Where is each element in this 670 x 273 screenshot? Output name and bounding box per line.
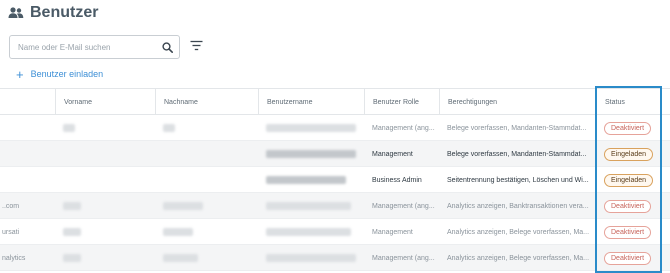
cell-benutzername: [258, 193, 364, 219]
cell-benutzername: [258, 219, 364, 245]
filter-icon: [190, 40, 202, 50]
cell-status: Deaktiviert: [596, 219, 670, 245]
search-field[interactable]: [9, 35, 180, 59]
cell-berechtigungen: Analytics anzeigen, Banktransaktionen ve…: [447, 202, 589, 210]
cell-status: Eingeladen: [596, 141, 670, 167]
column-header-vorname[interactable]: Vorname: [55, 89, 155, 115]
cell-rolle: Management (ang...: [372, 254, 435, 262]
cell-benutzername: [258, 141, 364, 167]
cell-vorname: [55, 219, 155, 245]
cell-nachname: [155, 245, 258, 271]
table-row[interactable]: ..com Management (ang... Analytics anzei…: [0, 193, 670, 219]
cell-status: Eingeladen: [596, 167, 670, 193]
cell-status: Deaktiviert: [596, 245, 670, 271]
table-row[interactable]: Management (ang... Belege vorerfassen, M…: [0, 115, 670, 141]
cell-vorname: [55, 193, 155, 219]
cell-rolle: Management (ang...: [372, 124, 435, 132]
cell-nachname: [155, 115, 258, 141]
page-title: Benutzer: [8, 3, 98, 23]
invite-user-label: Benutzer einladen: [30, 69, 104, 79]
plus-icon: +: [16, 66, 24, 82]
cell-rolle: Management (ang...: [372, 202, 435, 210]
cell-nachname: [155, 219, 258, 245]
cell-benutzername: [258, 245, 364, 271]
cell-berechtigungen: Seitentrennung bestätigen, Löschen und W…: [447, 176, 589, 184]
column-header-berechtigungen[interactable]: Berechtigungen: [439, 89, 596, 115]
table-header: Vorname Nachname Benutzername Benutzer R…: [0, 88, 670, 115]
search-icon[interactable]: [161, 41, 173, 53]
status-badge: Eingeladen: [604, 147, 654, 161]
status-badge: Deaktiviert: [604, 199, 652, 213]
cell-vorname: [55, 115, 155, 141]
table-row[interactable]: nalytics Management (ang... Analytics an…: [0, 245, 670, 271]
page-title-text: Benutzer: [30, 4, 99, 21]
cell-status: Deaktiviert: [596, 193, 670, 219]
cell-vorname: [55, 245, 155, 271]
table-row[interactable]: Management Belege vorerfassen, Mandanten…: [0, 141, 670, 167]
table-row[interactable]: Business Admin Seitentrennung bestätigen…: [0, 167, 670, 193]
column-header-benutzer-rolle[interactable]: Benutzer Rolle: [364, 89, 439, 115]
cell-benutzername: [258, 167, 364, 193]
users-icon: [8, 6, 24, 20]
cell-berechtigungen: Belege vorerfassen, Mandanten-Stammdat..…: [447, 124, 587, 132]
cell-berechtigungen: Analytics anzeigen, Belege vorerfassen, …: [447, 228, 590, 236]
cell-rolle: Management: [372, 228, 413, 236]
cell-rolle: Business Admin: [372, 176, 422, 184]
cell-email-partial: ..com: [2, 202, 20, 210]
column-header-benutzername[interactable]: Benutzername: [258, 89, 364, 115]
cell-berechtigungen: Analytics anzeigen, Belege vorerfassen, …: [447, 254, 590, 262]
status-badge: Eingeladen: [604, 173, 654, 187]
cell-benutzername: [258, 115, 364, 141]
column-header-nachname[interactable]: Nachname: [155, 89, 258, 115]
invite-user-button[interactable]: + Benutzer einladen: [16, 66, 103, 82]
filter-button[interactable]: [189, 38, 203, 52]
cell-rolle: Management: [372, 150, 413, 158]
cell-email-partial: nalytics: [2, 254, 26, 262]
status-badge: Deaktiviert: [604, 121, 652, 135]
users-table: Vorname Nachname Benutzername Benutzer R…: [0, 88, 670, 271]
column-header-status[interactable]: Status: [596, 89, 670, 115]
cell-email-partial: ursati: [2, 228, 20, 236]
table-row[interactable]: ursati Management Analytics anzeigen, Be…: [0, 219, 670, 245]
status-badge: Deaktiviert: [604, 251, 652, 265]
cell-nachname: [155, 193, 258, 219]
cell-status: Deaktiviert: [596, 115, 670, 141]
cell-berechtigungen: Belege vorerfassen, Mandanten-Stammdat..…: [447, 150, 587, 158]
search-input[interactable]: [18, 42, 158, 52]
status-badge: Deaktiviert: [604, 225, 652, 239]
